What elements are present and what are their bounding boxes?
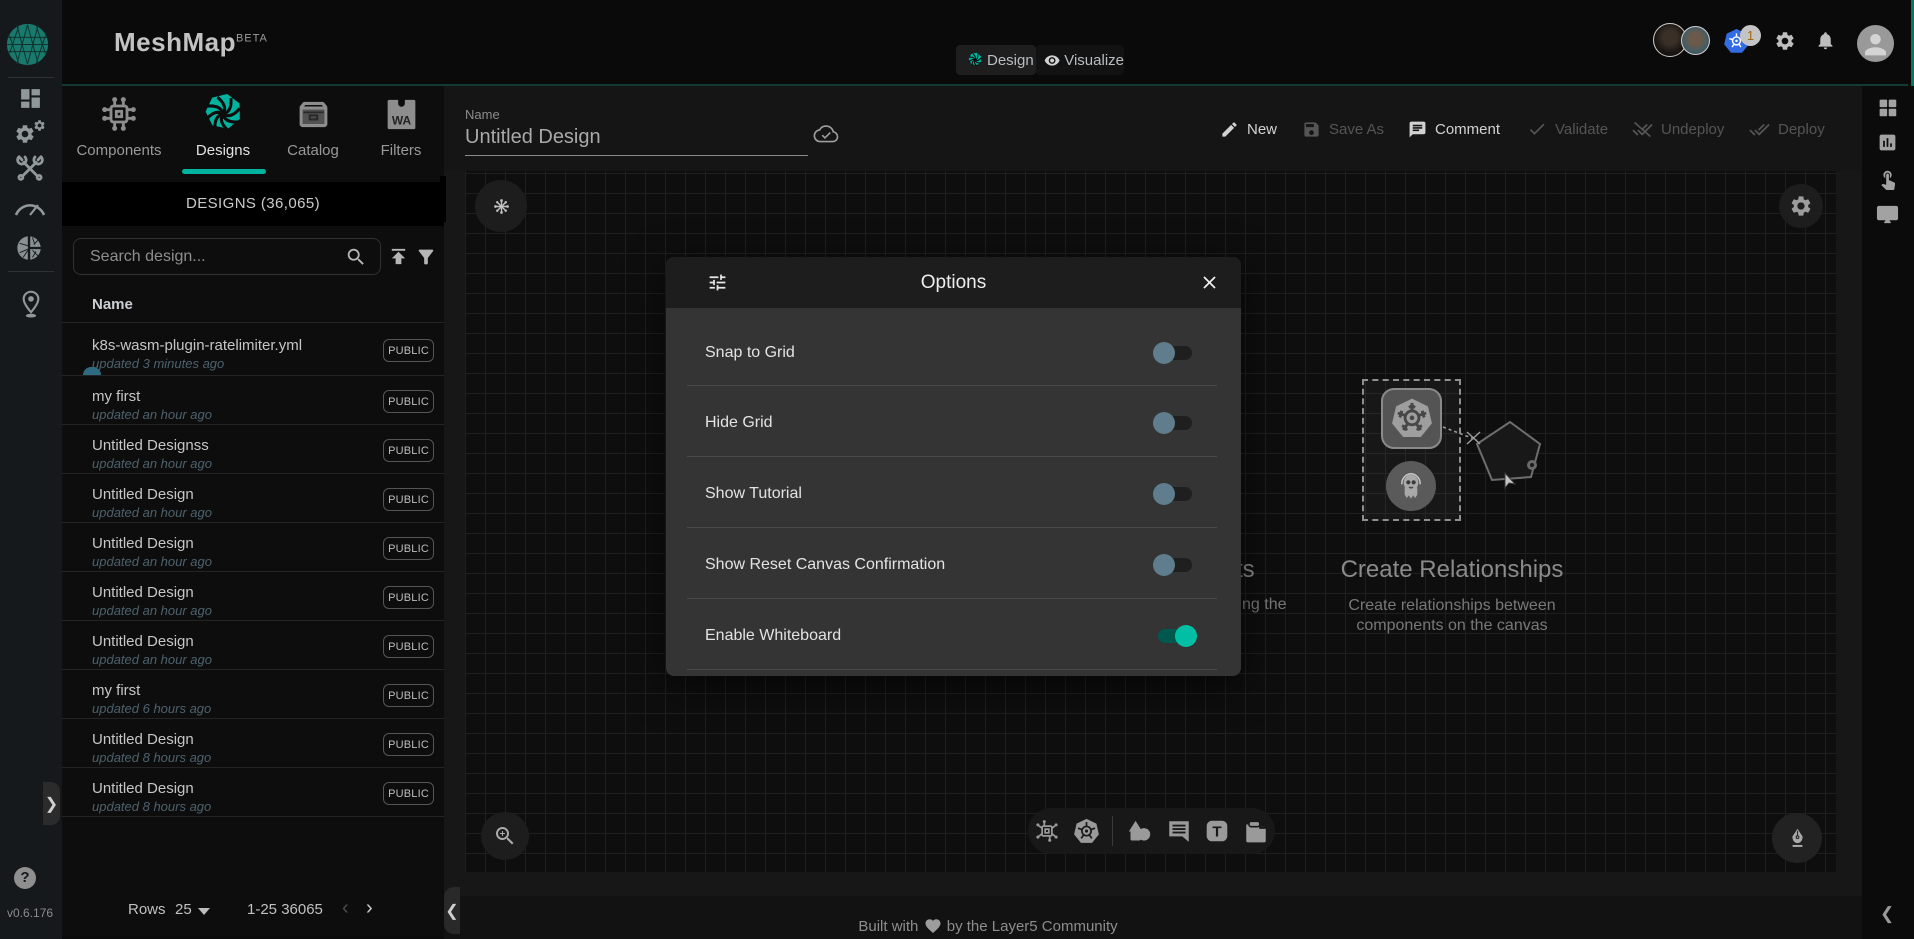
svg-text:T: T — [1212, 823, 1222, 840]
